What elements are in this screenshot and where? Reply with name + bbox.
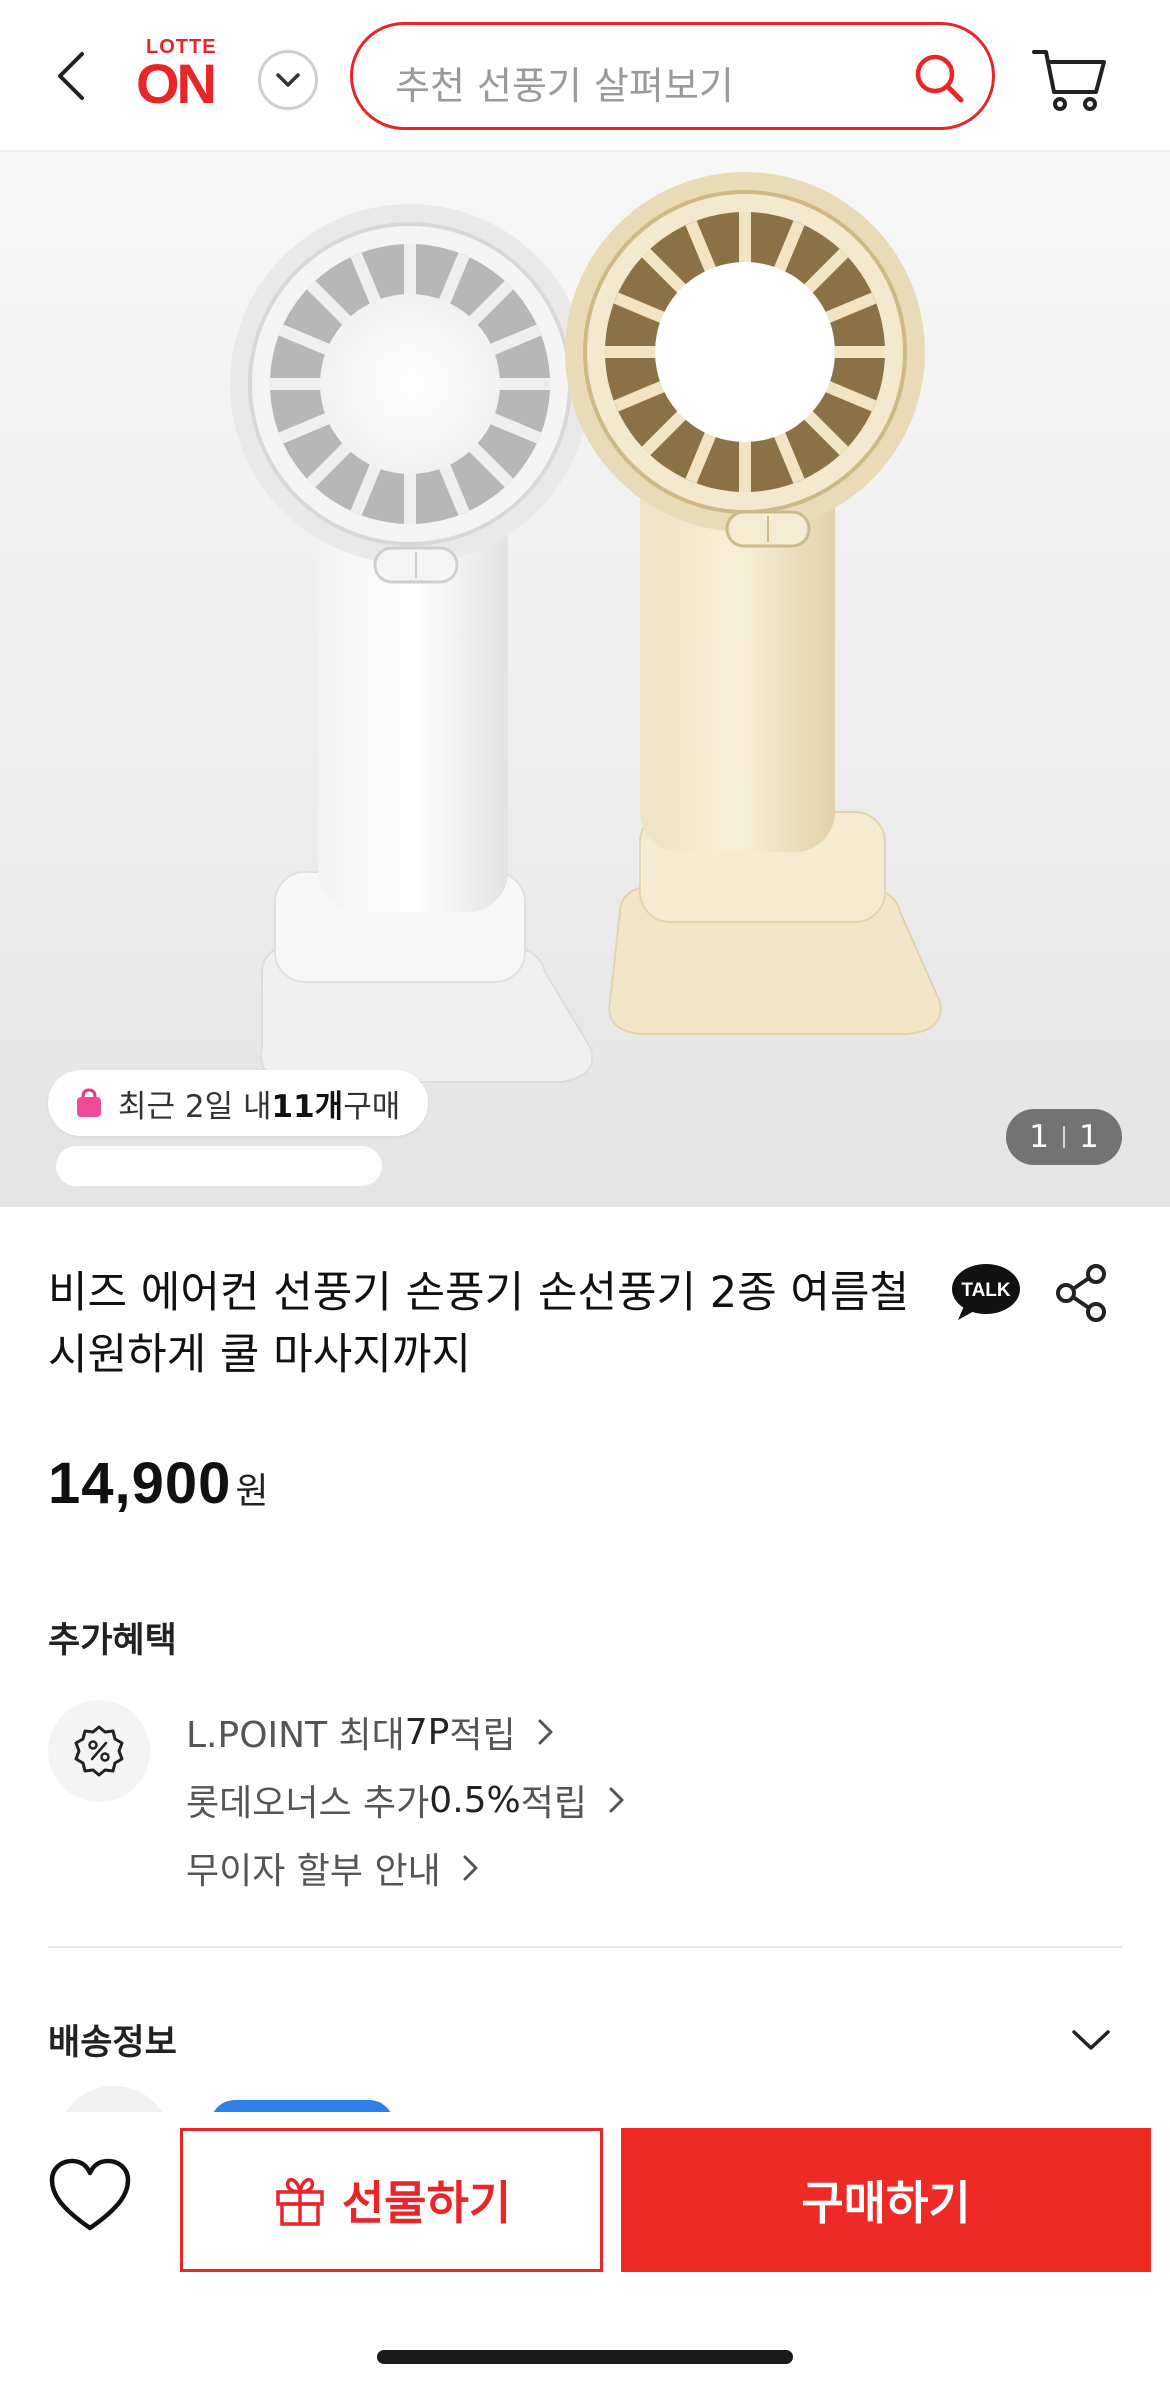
logo-main-text: ON <box>136 52 217 115</box>
purchase-badge-prefix: 최근 2일 내 <box>118 1088 272 1125</box>
product-image-gallery[interactable]: 최근 2일 내 11개 구매 1 1 <box>0 152 1170 1207</box>
section-divider <box>48 1946 1122 1948</box>
benefit-text: 롯데오너스 추가 <box>186 1783 430 1824</box>
chevron-left-icon <box>58 52 84 100</box>
benefit-item-lotte-owners[interactable]: 롯데오너스 추가 0.5% 적립 <box>186 1766 627 1834</box>
buy-button-label: 구매하기 <box>801 2176 971 2230</box>
logo-dropdown-button[interactable] <box>258 50 318 110</box>
price-unit: 원 <box>235 1470 269 1511</box>
shopping-bag-icon <box>77 1088 101 1117</box>
page-separator <box>1063 1126 1065 1148</box>
share-icon[interactable] <box>1052 1262 1112 1324</box>
chevron-right-icon <box>609 1787 624 1813</box>
benefit-text: 무이자 할부 안내 <box>186 1851 441 1892</box>
benefit-list: L.POINT 최대 7P 적립 롯데오너스 추가 0.5% 적립 무이자 할부… <box>186 1698 627 1902</box>
benefit-text: L.POINT 최대 <box>186 1715 405 1756</box>
chevron-down-icon[interactable] <box>1068 2020 1114 2060</box>
heart-icon <box>49 2158 131 2231</box>
benefit-text-suffix: 적립 <box>520 1783 588 1824</box>
search-input[interactable]: 추천 선풍기 살펴보기 <box>350 22 995 130</box>
home-indicator <box>377 2350 793 2364</box>
kakao-talk-label: TALK <box>961 1280 1011 1301</box>
gift-button[interactable]: 선물하기 <box>180 2128 603 2272</box>
cart-icon[interactable] <box>1030 44 1110 114</box>
gift-button-label: 선물하기 <box>341 2176 512 2230</box>
gift-icon <box>276 2178 324 2226</box>
search-icon[interactable] <box>912 51 966 105</box>
product-price: 14,900 원 <box>48 1450 269 1517</box>
page-total: 1 <box>1079 1119 1099 1155</box>
benefit-highlight: 0.5% <box>429 1779 521 1821</box>
benefit-highlight: 7P <box>404 1711 450 1753</box>
recent-purchase-badge: 최근 2일 내 11개 구매 <box>48 1070 429 1136</box>
chevron-right-icon <box>538 1719 553 1745</box>
product-title: 비즈 에어컨 선풍기 손풍기 손선풍기 2종 여름철 시원하게 쿨 마사지까지 <box>48 1268 910 1380</box>
shipping-heading: 배송정보 <box>48 2023 177 2063</box>
purchase-badge-suffix: 구매 <box>343 1088 401 1125</box>
benefits-heading: 추가혜택 <box>48 1621 177 1661</box>
image-page-indicator: 1 1 <box>1006 1109 1122 1165</box>
chevron-down-icon <box>276 73 300 87</box>
search-placeholder: 추천 선풍기 살펴보기 <box>395 64 734 108</box>
benefit-text-suffix: 적립 <box>449 1715 516 1756</box>
kakao-talk-icon[interactable]: TALK <box>950 1262 1022 1324</box>
product-image-handheld-fans <box>230 172 942 1083</box>
back-button[interactable] <box>48 46 98 106</box>
chevron-right-icon <box>463 1855 478 1881</box>
page-current: 1 <box>1029 1119 1049 1155</box>
top-navigation-bar: LOTTE ON 추천 선풍기 살펴보기 <box>0 0 1170 152</box>
buy-button[interactable]: 구매하기 <box>621 2128 1151 2272</box>
benefit-icon-circle <box>48 1700 150 1802</box>
secondary-badge-peek <box>56 1146 382 1186</box>
wishlist-button[interactable] <box>44 2150 136 2242</box>
lotte-on-logo[interactable]: LOTTE ON <box>136 36 236 120</box>
price-value: 14,900 <box>48 1451 232 1516</box>
percent-icon <box>74 1725 124 1777</box>
benefit-item-installment[interactable]: 무이자 할부 안내 <box>186 1834 627 1902</box>
purchase-badge-count: 11개 <box>271 1088 344 1125</box>
benefit-item-lpoint[interactable]: L.POINT 최대 7P 적립 <box>186 1698 627 1766</box>
